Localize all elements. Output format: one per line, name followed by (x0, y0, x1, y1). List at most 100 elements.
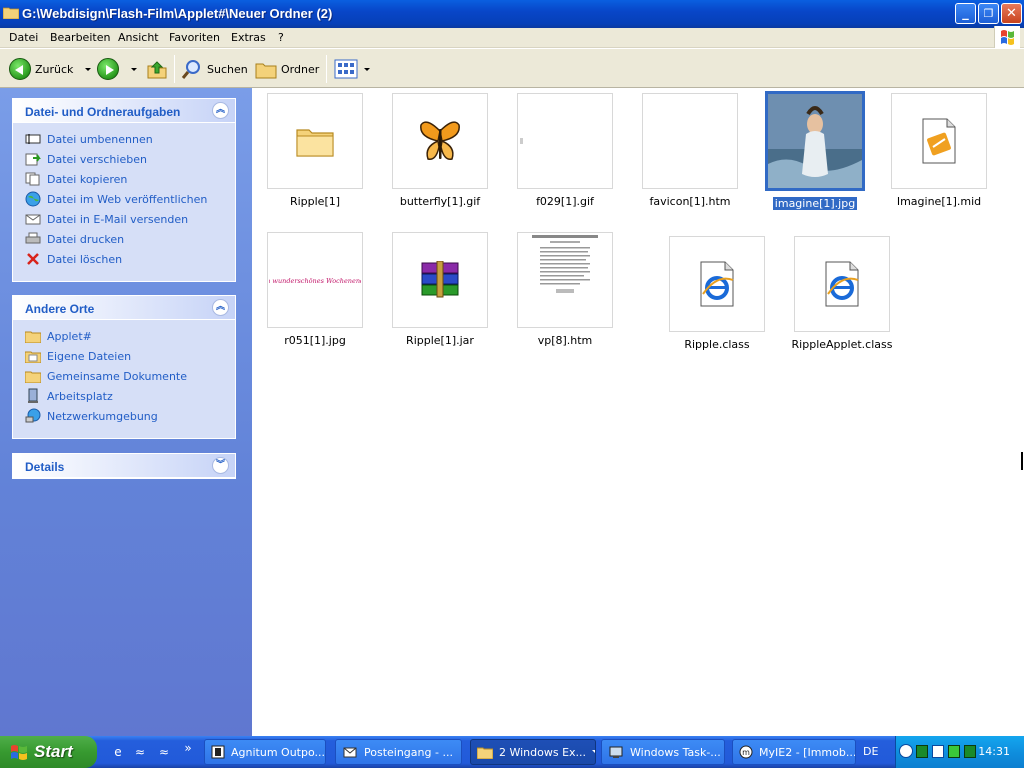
folder-icon (25, 328, 41, 344)
clock[interactable]: 14:31 (978, 745, 1010, 758)
taskbar-button-task-manager[interactable]: Windows Task-... (601, 739, 725, 765)
place-my-documents-link[interactable]: Eigene Dateien (25, 346, 235, 366)
text-cursor-icon (1021, 452, 1023, 470)
views-button[interactable] (334, 57, 370, 81)
other-places-header[interactable]: Andere Orte ︽ (13, 296, 235, 320)
my-computer-icon (25, 388, 41, 404)
menu-favoriten[interactable]: Favoriten (169, 31, 220, 44)
file-thumbnail (517, 232, 613, 328)
menu-bearbeiten[interactable]: Bearbeiten (50, 31, 110, 44)
myie2-icon: m (739, 744, 753, 760)
taskbar: Start e ≈ ≈ » Agnitum Outpo... Posteinga… (0, 736, 1024, 768)
menu-ansicht[interactable]: Ansicht (118, 31, 159, 44)
outpost-icon (211, 744, 225, 760)
taskbar-button-explorer[interactable]: 2 Windows Ex... (470, 739, 596, 765)
text-banner-thumbnail: Ein wunderschönes Wochenende! (269, 277, 361, 285)
rename-icon (25, 131, 41, 147)
rename-file-link[interactable]: Datei umbenennen (25, 129, 235, 149)
tray-app-icon[interactable] (916, 745, 928, 758)
taskbar-button-inbox[interactable]: Posteingang - ... (335, 739, 462, 765)
file-view[interactable]: Ripple[1] butterfly[1].gif f029[1].gif f… (252, 88, 1024, 736)
place-applet-link[interactable]: Applet# (25, 326, 235, 346)
taskbar-button-outpost[interactable]: Agnitum Outpo... (204, 739, 326, 765)
views-icon (334, 59, 358, 79)
search-icon (181, 60, 200, 79)
file-tasks-header[interactable]: Datei- und Ordneraufgaben ︽ (13, 99, 235, 123)
quick-launch-app-icon[interactable]: ≈ (156, 744, 172, 760)
file-item[interactable]: favicon[1].htm (635, 93, 745, 208)
menu-help[interactable]: ? (278, 31, 284, 44)
maximize-button[interactable]: ❐ (978, 3, 999, 24)
menu-extras[interactable]: Extras (231, 31, 266, 44)
forward-button[interactable] (97, 57, 137, 81)
email-file-link[interactable]: Datei in E-Mail versenden (25, 209, 235, 229)
quick-launch-ie-icon[interactable]: e (110, 744, 126, 760)
print-file-link[interactable]: Datei drucken (25, 229, 235, 249)
file-item[interactable]: vp[8].htm (510, 232, 620, 347)
quick-launch-app-icon[interactable]: ≈ (132, 744, 148, 760)
move-file-link[interactable]: Datei verschieben (25, 149, 235, 169)
copy-file-link[interactable]: Datei kopieren (25, 169, 235, 189)
start-button[interactable]: Start (0, 736, 97, 768)
tray-app-icon[interactable] (948, 745, 960, 758)
up-folder-button[interactable] (146, 57, 168, 81)
file-thumbnail (794, 236, 890, 332)
place-network-link[interactable]: Netzwerkumgebung (25, 406, 235, 426)
file-item[interactable]: RippleApplet.class (787, 236, 897, 351)
folder-icon (25, 368, 41, 384)
collapse-chevron-icon[interactable]: ︽ (212, 102, 229, 119)
minimize-button[interactable]: _ (955, 3, 976, 24)
document-preview-thumbnail (532, 235, 598, 293)
other-places-panel: Andere Orte ︽ Applet# Eigene Dateien Gem… (12, 295, 236, 439)
place-shared-documents-link[interactable]: Gemeinsame Dokumente (25, 366, 235, 386)
file-thumbnail (517, 93, 613, 189)
window-title: G:\Webdisign\Flash-Film\Applet#\Neuer Or… (22, 6, 333, 21)
system-tray: 14:31 (895, 736, 1024, 768)
place-my-computer-link[interactable]: Arbeitsplatz (25, 386, 235, 406)
file-item[interactable]: Ripple[1].jar (385, 232, 495, 347)
details-header[interactable]: Details ︾ (13, 454, 235, 478)
title-bar[interactable]: G:\Webdisign\Flash-Film\Applet#\Neuer Or… (0, 0, 1024, 28)
file-thumbnail (891, 93, 987, 189)
svg-text:m: m (742, 748, 750, 757)
windows-logo-icon (994, 26, 1020, 50)
copy-icon (25, 171, 41, 187)
language-indicator[interactable]: DE (863, 745, 878, 758)
details-panel: Details ︾ (12, 453, 236, 479)
photo-thumbnail (768, 94, 862, 188)
file-item[interactable]: Ripple[1] (260, 93, 370, 208)
folder-icon (296, 129, 334, 157)
close-button[interactable]: ✕ (1001, 3, 1022, 24)
file-item[interactable]: Imagine[1].mid (884, 93, 994, 208)
web-publish-icon (25, 191, 41, 207)
file-item[interactable]: Ripple.class (662, 236, 772, 351)
chevron-down-icon (364, 67, 370, 71)
tray-app-icon[interactable] (932, 745, 944, 758)
search-button[interactable]: Suchen (181, 57, 248, 81)
file-thumbnail (642, 93, 738, 189)
delete-file-link[interactable]: Datei löschen (25, 249, 235, 269)
file-item[interactable]: Ein wunderschönes Wochenende! r051[1].jp… (260, 232, 370, 347)
taskbar-button-myie2[interactable]: m MyIE2 - [Immob... (732, 739, 856, 765)
tray-back-icon[interactable] (899, 744, 913, 758)
quick-launch-more-icon[interactable]: » (180, 740, 196, 756)
file-thumbnail (392, 93, 488, 189)
folders-button[interactable]: Ordner (255, 57, 319, 81)
my-documents-icon (25, 348, 41, 364)
file-item[interactable]: f029[1].gif (510, 93, 620, 208)
file-thumbnail (765, 91, 865, 191)
back-button[interactable]: Zurück (9, 57, 92, 81)
chevron-down-icon (592, 750, 595, 754)
expand-chevron-icon[interactable]: ︾ (212, 457, 229, 474)
file-thumbnail (669, 236, 765, 332)
chevron-down-icon (131, 67, 137, 71)
blank-image-icon (520, 138, 523, 144)
toolbar: Zurück Suchen Ordner (0, 48, 1024, 88)
collapse-chevron-icon[interactable]: ︽ (212, 299, 229, 316)
publish-web-link[interactable]: Datei im Web veröffentlichen (25, 189, 235, 209)
menu-datei[interactable]: Datei (9, 31, 38, 44)
tray-network-icon[interactable] (964, 745, 976, 758)
file-item[interactable]: butterfly[1].gif (385, 93, 495, 208)
windows-flag-icon (11, 745, 27, 760)
file-item-selected[interactable]: imagine[1].jpg (760, 91, 870, 210)
